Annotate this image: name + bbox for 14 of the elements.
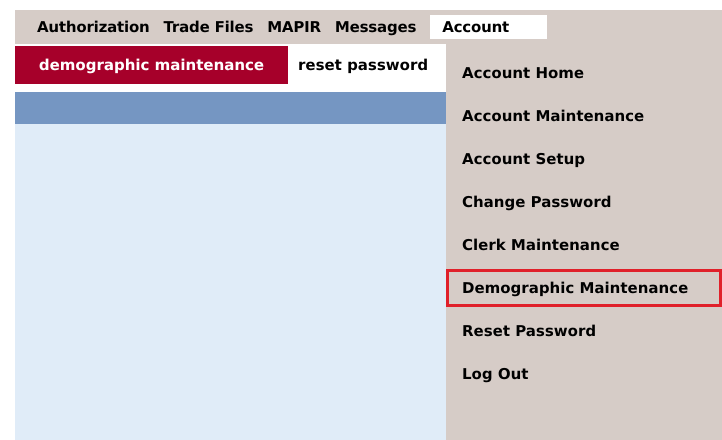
menu-item[interactable]: Account (430, 15, 548, 39)
menu-item[interactable]: Trade Files (164, 15, 254, 39)
dropdown-item[interactable]: Change Password (446, 183, 722, 221)
dropdown-item[interactable]: Clerk Maintenance (446, 226, 722, 264)
menu-item[interactable]: MAPIR (267, 15, 321, 39)
dropdown-item[interactable]: Log Out (446, 355, 722, 393)
dropdown-item[interactable]: Account Maintenance (446, 97, 722, 135)
dropdown-item[interactable]: Account Home (446, 54, 722, 92)
menu-item[interactable]: Messages (334, 15, 416, 39)
tab[interactable]: demographic maintenance (15, 46, 288, 84)
menu-item[interactable]: Authorization (37, 15, 150, 39)
dropdown-item[interactable]: Demographic Maintenance (446, 269, 722, 307)
dropdown-item[interactable]: Reset Password (446, 312, 722, 350)
dropdown-item[interactable]: Account Setup (446, 140, 722, 178)
